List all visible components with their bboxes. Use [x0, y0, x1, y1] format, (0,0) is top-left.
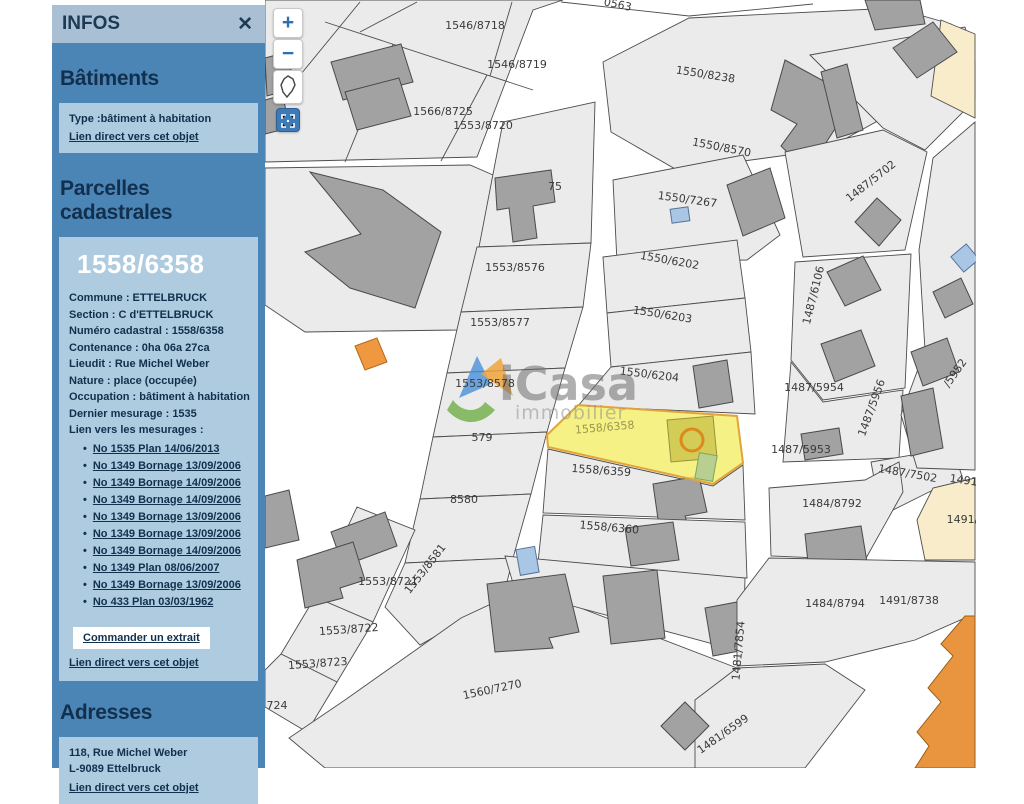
mesurage-link[interactable]: No 1535 Plan 14/06/2013: [83, 441, 250, 458]
building: [693, 360, 733, 408]
building: [265, 490, 299, 548]
parcel-label: 1553/8578: [455, 377, 515, 390]
mesurage-links: No 1535 Plan 14/06/2013No 1349 Bornage 1…: [83, 441, 250, 611]
parcel-label: 8580: [450, 493, 478, 506]
parcel-label: 1553/8577: [470, 316, 530, 329]
parcel-label: 1553/8721: [358, 575, 418, 588]
building: [865, 0, 925, 30]
parcel-label: 1546/8718: [445, 19, 505, 32]
infos-panel-header: INFOS ✕: [52, 5, 265, 43]
adresse-direct-link[interactable]: Lien direct vers cet objet: [69, 782, 199, 794]
building: [603, 570, 665, 644]
mesurage-link[interactable]: No 1349 Bornage 14/09/2006: [83, 543, 250, 560]
mesurage-link[interactable]: No 433 Plan 03/03/1962: [83, 594, 250, 611]
mesurage-link[interactable]: No 1349 Bornage 13/09/2006: [83, 526, 250, 543]
parcel-label: 1491/8738: [879, 594, 939, 607]
parcel-detail-line: Lieudit : Rue Michel Weber: [69, 356, 250, 373]
parcel-number-title: 1558/6358: [77, 249, 250, 280]
mesurage-link[interactable]: No 1349 Bornage 14/09/2006: [83, 492, 250, 509]
parcel-details: Commune : ETTELBRUCKSection : C d'ETTELB…: [69, 290, 250, 439]
parcel-detail-line: Numéro cadastral : 1558/6358: [69, 323, 250, 340]
address-lines: 118, Rue Michel WeberL-9089 Ettelbruck: [69, 745, 250, 778]
panel-title: INFOS: [62, 13, 120, 35]
parcel-label: 1553/8720: [453, 119, 513, 132]
zoom-in-button[interactable]: +: [273, 8, 303, 38]
infos-panel: INFOS ✕ Bâtiments Type :bâtiment à habit…: [52, 5, 265, 768]
parcel-label: 1566/8725: [413, 105, 473, 118]
close-icon[interactable]: ✕: [237, 13, 253, 36]
mesurage-link[interactable]: No 1349 Bornage 14/09/2006: [83, 475, 250, 492]
parcel-detail-line: Contenance : 0ha 06a 27ca: [69, 340, 250, 357]
mesurage-link[interactable]: No 1349 Bornage 13/09/2006: [83, 509, 250, 526]
parcel-label: 1491/8: [947, 513, 976, 526]
section-parcelles: Parcelles cadastrales: [60, 177, 265, 225]
map-canvas[interactable]: iCasa immobilier 1546/8718 1546/8719 0563 1…: [265, 0, 976, 768]
batiment-info-box: Type :bâtiment à habitation Lien direct …: [59, 103, 258, 153]
mesurage-link[interactable]: No 1349 Bornage 13/09/2006: [83, 577, 250, 594]
adresse-info-box: 118, Rue Michel WeberL-9089 Ettelbruck L…: [59, 737, 258, 804]
fullscreen-button[interactable]: [276, 108, 300, 132]
section-adresses: Adresses: [60, 701, 265, 725]
parcelle-direct-link[interactable]: Lien direct vers cet objet: [69, 657, 199, 669]
green-building: [695, 453, 717, 482]
expand-arrows-icon: [280, 113, 296, 129]
parcel-detail-line: Lien vers les mesurages :: [69, 422, 250, 439]
batiment-type: Type :bâtiment à habitation: [69, 111, 250, 127]
orange-building: [355, 338, 387, 370]
blue-building: [670, 207, 690, 223]
zoom-extent-button[interactable]: [273, 70, 303, 104]
parcel-label: 75: [548, 180, 562, 193]
parcel-detail-line: Section : C d'ETTELBRUCK: [69, 307, 250, 324]
address-line: 118, Rue Michel Weber: [69, 745, 250, 762]
parcel-label: 1484/8794: [805, 597, 865, 610]
address-line: L-9089 Ettelbruck: [69, 761, 250, 778]
parcel-detail-line: Dernier mesurage : 1535: [69, 406, 250, 423]
batiment-direct-link[interactable]: Lien direct vers cet objet: [69, 131, 199, 143]
zoom-out-button[interactable]: −: [273, 39, 303, 69]
parcel-label: 1484/8792: [802, 497, 862, 510]
parcel-detail-line: Occupation : bâtiment à habitation: [69, 389, 250, 406]
luxembourg-outline-icon: [277, 74, 299, 100]
parcel-label: 1487/5953: [771, 443, 831, 456]
section-batiments: Bâtiments: [60, 67, 265, 91]
parcel-label: 1546/8719: [487, 58, 547, 71]
parcel-label: 579: [472, 431, 493, 444]
mesurage-link[interactable]: No 1349 Plan 08/06/2007: [83, 560, 250, 577]
parcel-label: 0563: [603, 0, 633, 14]
blue-building: [516, 546, 539, 575]
parcel-label: 1487/5954: [784, 381, 844, 394]
cadastral-map[interactable]: iCasa immobilier 1546/8718 1546/8719 0563 1…: [265, 0, 976, 768]
orange-building: [915, 616, 975, 768]
parcel-label: 1553/8576: [485, 261, 545, 274]
parcel-detail-line: Nature : place (occupée): [69, 373, 250, 390]
watermark: iCasa immobilier: [447, 356, 638, 424]
parcel-label: 1553/8722: [319, 621, 379, 638]
mesurage-link[interactable]: No 1349 Bornage 13/09/2006: [83, 458, 250, 475]
order-extract-button[interactable]: Commander un extrait: [73, 627, 210, 649]
parcel-label: 724: [267, 699, 288, 712]
parcel-detail-line: Commune : ETTELBRUCK: [69, 290, 250, 307]
parcelle-info-box: 1558/6358 Commune : ETTELBRUCKSection : …: [59, 237, 258, 681]
